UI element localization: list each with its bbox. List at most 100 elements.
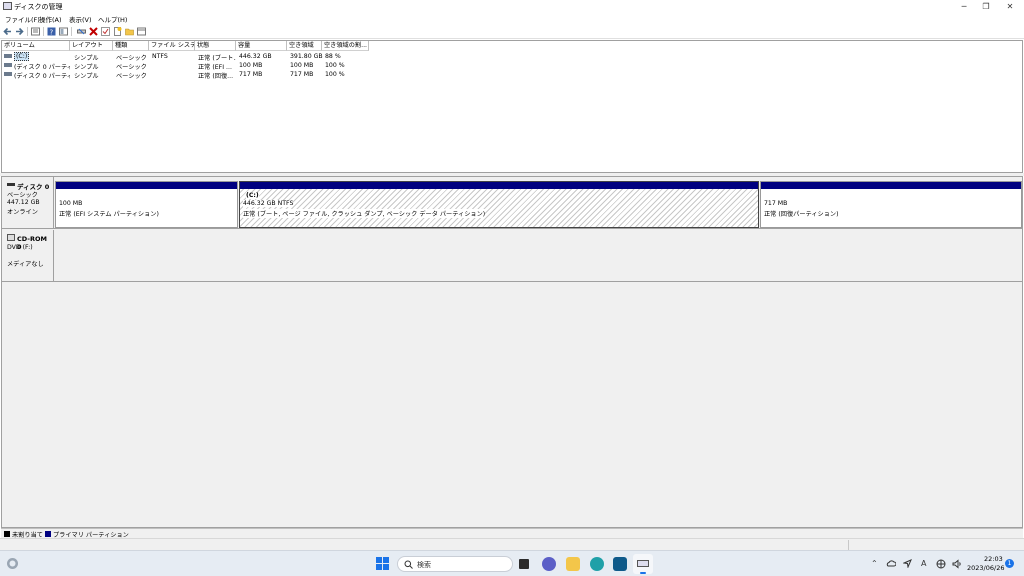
column-header-free-percent[interactable]: 空き領域の割... [322,41,369,51]
clock-time[interactable]: 22:03 [984,555,1003,563]
disk-0-label[interactable]: ディスク 0 ベーシック 447.12 GB オンライン [2,177,54,229]
column-header-capacity[interactable]: 容量 [236,41,287,51]
disk-management-icon [637,560,649,567]
volume-icon[interactable] [952,559,962,569]
chat-icon[interactable] [542,557,556,571]
table-row[interactable]: (C:) シンプル ベーシック NTFS 正常 (ブート... 446.32 G… [2,52,1022,62]
close-icon: ✕ [1006,2,1014,11]
partition-name: (C:) [246,192,259,199]
free-percent-cell: 88 % [325,53,341,60]
column-header-volume[interactable]: ボリューム [2,41,70,51]
chevron-up-icon[interactable]: ⌃ [871,559,878,568]
partition-status: 正常 (回復パーティション) [764,211,839,218]
volume-drive-icon [4,63,12,67]
primary-partition-swatch [45,531,51,537]
menu-action[interactable]: 操作(A) [39,14,62,24]
partition-size: 717 MB [764,200,788,207]
search-icon [404,560,413,569]
location-icon[interactable] [903,559,912,568]
toolbar-separator [27,27,28,36]
partition-size: 100 MB [59,200,83,207]
capacity-cell: 100 MB [239,62,263,69]
table-row[interactable]: (ディスク 0 パーティシ... シンプル ベーシック 正常 (回復... 71… [2,70,1022,80]
table-row[interactable]: (ディスク 0 パーティシ... シンプル ベーシック 正常 (EFI ... … [2,61,1022,71]
column-header-type[interactable]: 種類 [113,41,149,51]
partition-recovery[interactable]: 717 MB 正常 (回復パーティション) [760,181,1022,228]
status-bar [0,538,1024,550]
folder-icon[interactable] [125,27,134,36]
menu-help[interactable]: ヘルプ(H) [98,14,127,24]
title-bar: ディスクの管理 ─ ❐ ✕ [0,0,1024,13]
svg-text:?: ? [50,29,54,37]
column-header-free-space[interactable]: 空き領域 [287,41,322,51]
menu-bar: ファイル(F) 操作(A) 表示(V) ヘルプ(H) [0,13,1024,24]
cdrom-0-label[interactable]: CD-ROM 0 DVD (F:) メディアなし [2,230,54,282]
edge-icon[interactable] [590,557,604,571]
column-header-filesystem[interactable]: ファイル システム [149,41,195,51]
disk-icon [7,183,15,186]
layout-cell: シンプル [74,73,99,80]
forward-arrow-icon[interactable] [15,27,24,36]
back-arrow-icon[interactable] [3,27,12,36]
new-icon[interactable] [113,27,122,36]
disk-0-row: ディスク 0 ベーシック 447.12 GB オンライン 100 MB 正常 (… [2,177,1022,229]
free-percent-cell: 100 % [325,62,345,69]
check-icon[interactable] [101,27,110,36]
volume-drive-icon [4,54,12,58]
network-globe-icon[interactable] [936,559,946,569]
notification-badge[interactable]: 1 [1005,559,1014,568]
column-header-layout[interactable]: レイアウト [70,41,113,51]
status-divider [848,540,849,550]
partition-status: 正常 (EFI システム パーティション) [59,211,159,218]
cdrom-icon [7,234,15,241]
toolbar-separator [71,27,72,36]
clock-date[interactable]: 2023/06/26 [967,564,1004,572]
active-indicator [640,572,646,574]
status-cell: 正常 (回復... [198,73,234,80]
menu-view[interactable]: 表示(V) [69,14,92,24]
search-label: 検索 [417,561,431,569]
disk-management-app-icon [3,2,12,10]
start-icon[interactable] [376,557,389,570]
type-cell: ベーシック [116,73,147,80]
store-icon[interactable] [613,557,627,571]
disk-management-taskbar-button[interactable] [633,554,653,574]
disk-map: ディスク 0 ベーシック 447.12 GB オンライン 100 MB 正常 (… [1,176,1023,528]
partition-efi[interactable]: 100 MB 正常 (EFI システム パーティション) [55,181,238,228]
partition-size: 446.32 GB NTFS [243,200,294,207]
view-icon[interactable] [137,27,146,36]
onedrive-icon[interactable] [886,559,896,568]
delete-icon[interactable] [89,27,98,36]
console-icon[interactable] [59,27,68,36]
toolbar-separator [43,27,44,36]
maximize-icon: ❐ [982,2,990,11]
free-percent-cell: 100 % [325,71,345,78]
volume-name-cell[interactable]: (C:) [14,52,30,61]
widgets-icon[interactable] [6,557,19,570]
capacity-cell: 446.32 GB [239,53,272,60]
properties-list-icon[interactable] [31,27,40,36]
task-view-icon[interactable] [519,559,529,569]
toolbar: ? [0,24,1024,39]
ime-indicator[interactable]: A [921,559,926,568]
disk-status: オンライン [7,209,38,216]
file-explorer-icon[interactable] [566,557,580,571]
disk-size: 447.12 GB [7,199,40,206]
partition-bar [240,182,758,189]
rescan-icon[interactable] [77,27,86,36]
partition-c[interactable]: (C:) 446.32 GB NTFS 正常 (ブート, ページ ファイル, ク… [239,181,759,228]
column-header-status[interactable]: 状態 [195,41,236,51]
free-space-cell: 100 MB [290,62,314,69]
volume-name-cell[interactable]: (ディスク 0 パーティシ... [14,71,70,80]
legend: 未割り当て プライマリ パーティション [1,528,1023,539]
volume-list: ボリューム レイアウト 種類 ファイル システム 状態 容量 空き領域 空き領域… [1,40,1023,173]
help-icon[interactable]: ? [47,27,56,36]
menu-file[interactable]: ファイル(F) [5,14,40,24]
cdrom-status: メディアなし [7,261,44,268]
capacity-cell: 717 MB [239,71,263,78]
partition-bar [761,182,1021,189]
close-button[interactable]: ✕ [996,0,1024,13]
cdrom-0-row: CD-ROM 0 DVD (F:) メディアなし [2,230,1022,282]
unallocated-swatch [4,531,10,537]
search-box[interactable]: 検索 [397,556,513,572]
